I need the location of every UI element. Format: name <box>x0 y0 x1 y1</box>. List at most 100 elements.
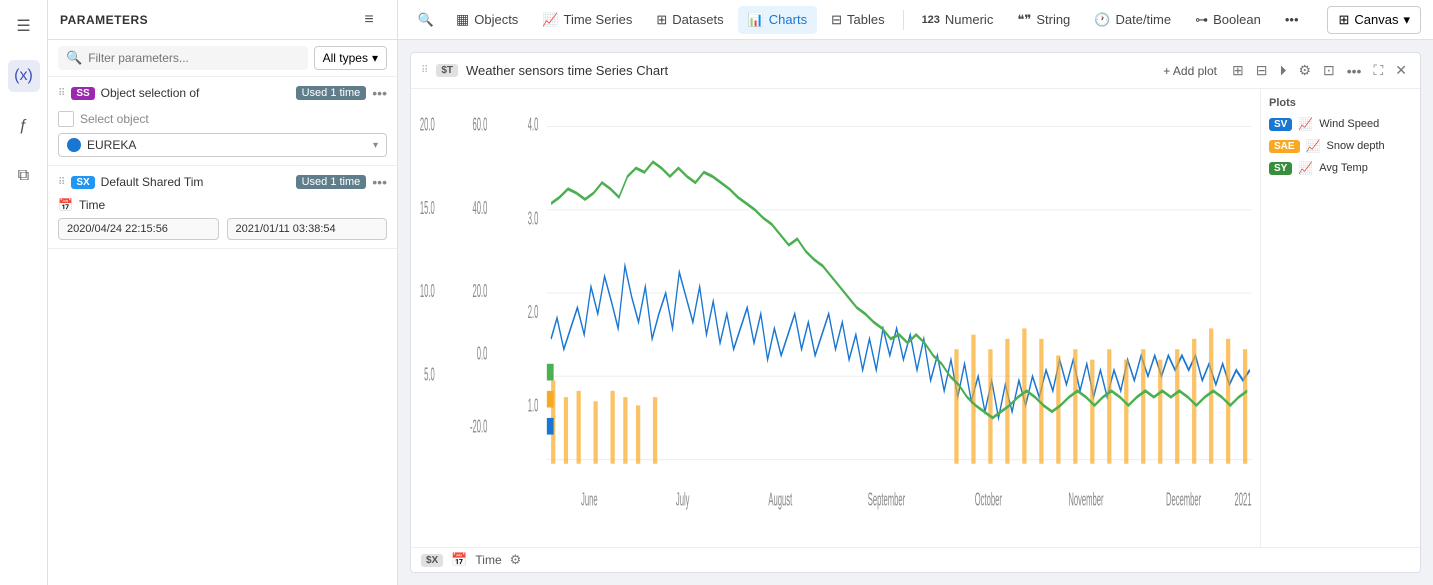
legend-snow-depth[interactable]: SAE 📈 Snow depth <box>1269 139 1412 153</box>
top-nav: 🔍 ▦ Objects 📈 Time Series ⊞ Datasets 📊 C… <box>398 0 1433 40</box>
params-search-row: 🔍 All types ▾ <box>48 40 397 77</box>
datetime-label: Date/time <box>1115 12 1171 27</box>
main-content: 🔍 ▦ Objects 📈 Time Series ⊞ Datasets 📊 C… <box>398 0 1433 585</box>
all-types-label: All types <box>323 51 368 65</box>
time-label: Time <box>79 198 105 212</box>
time-range <box>58 218 387 240</box>
chart-legend: Plots SV 📈 Wind Speed SAE 📈 Snow depth S… <box>1260 89 1420 547</box>
add-plot-button[interactable]: + Add plot <box>1157 62 1223 80</box>
nav-string[interactable]: ❝❞ String <box>1007 6 1080 34</box>
svg-text:August: August <box>768 490 792 511</box>
params-title: PARAMETERS <box>60 13 148 27</box>
canvas-button[interactable]: ⊞ Canvas ▾ <box>1327 6 1421 34</box>
nav-objects[interactable]: ▦ Objects <box>446 5 528 34</box>
object-param-name: Object selection of <box>101 86 290 100</box>
variables-icon[interactable]: (x) <box>8 60 40 92</box>
time-block: ⠿ SX Default Shared Tim Used 1 time ••• … <box>48 166 397 249</box>
search-box: 🔍 <box>58 46 308 70</box>
select-object-box-icon <box>58 111 74 127</box>
svg-text:20.0: 20.0 <box>420 115 435 136</box>
nav-more[interactable]: ••• <box>1275 6 1309 33</box>
footer-settings-icon[interactable]: ⚙ <box>510 552 522 568</box>
object-drag-handle[interactable]: ⠿ <box>58 88 65 99</box>
time-block-header: ⠿ SX Default Shared Tim Used 1 time ••• <box>58 174 387 190</box>
timeseries-icon: 📈 <box>542 12 558 28</box>
datasets-label: Datasets <box>672 12 723 27</box>
layout-icon[interactable]: ⊡ <box>1320 59 1338 82</box>
object-selector-text: EUREKA <box>87 138 367 152</box>
nav-charts[interactable]: 📊 Charts <box>738 6 817 34</box>
svg-text:1.0: 1.0 <box>528 396 539 417</box>
collapse-icon[interactable]: ⊟ <box>1253 59 1271 82</box>
nav-numeric[interactable]: 123 Numeric <box>912 6 1004 33</box>
object-used-badge: Used 1 time <box>296 86 367 100</box>
time-more-button[interactable]: ••• <box>372 174 387 190</box>
boolean-icon: ⊶ <box>1195 12 1208 28</box>
svg-text:15.0: 15.0 <box>420 198 435 219</box>
svg-text:July: July <box>676 490 690 511</box>
datetime-icon: 🕐 <box>1094 12 1110 28</box>
svg-text:October: October <box>975 490 1002 511</box>
legend-wind-speed[interactable]: SV 📈 Wind Speed <box>1269 117 1412 131</box>
end-time-input[interactable] <box>227 218 388 240</box>
numeric-icon: 123 <box>922 14 940 26</box>
nav-separator-1 <box>903 10 904 30</box>
svg-text:December: December <box>1166 490 1201 511</box>
function-icon[interactable]: ƒ <box>8 110 40 142</box>
sy-legend-badge: SY <box>1269 162 1292 175</box>
collapse-icon[interactable]: ≡ <box>353 4 385 36</box>
nav-timeseries[interactable]: 📈 Time Series <box>532 6 642 34</box>
svg-text:0.0: 0.0 <box>477 344 488 365</box>
ellipsis-icon[interactable]: ••• <box>1344 60 1365 82</box>
svg-text:4.0: 4.0 <box>528 115 539 136</box>
settings-icon[interactable]: ⚙ <box>1295 59 1314 82</box>
nav-tables[interactable]: ⊟ Tables <box>821 6 894 34</box>
more-icon: ••• <box>1285 12 1299 27</box>
numeric-label: Numeric <box>945 12 993 27</box>
time-drag-handle[interactable]: ⠿ <box>58 177 65 188</box>
svg-text:3.0: 3.0 <box>528 209 539 230</box>
params-panel: PARAMETERS ≡ 🔍 All types ▾ ⠿ SS Object s… <box>48 0 398 585</box>
nav-datasets[interactable]: ⊞ Datasets <box>646 6 733 34</box>
svg-text:60.0: 60.0 <box>473 115 488 136</box>
svg-text:10.0: 10.0 <box>420 281 435 302</box>
svg-text:November: November <box>1068 490 1103 511</box>
layers-icon[interactable]: ⧉ <box>8 160 40 192</box>
charts-label: Charts <box>769 12 807 27</box>
select-object-row: Select object <box>58 107 387 133</box>
footer-calendar-icon: 📅 <box>451 552 467 568</box>
object-selector-dropdown[interactable]: EUREKA ▾ <box>58 133 387 157</box>
add-plot-label: + Add plot <box>1163 64 1217 78</box>
canvas-grid-icon: ⊞ <box>1338 12 1349 28</box>
legend-title: Plots <box>1269 97 1412 109</box>
object-dropdown-arrow: ▾ <box>373 140 378 151</box>
sv-legend-badge: SV <box>1269 118 1292 131</box>
avg-temp-line-icon: 📈 <box>1298 161 1313 175</box>
canvas-label: Canvas <box>1354 12 1398 27</box>
svg-text:June: June <box>581 490 598 511</box>
nav-search-button[interactable]: 🔍 <box>410 4 442 36</box>
params-header: PARAMETERS ≡ <box>48 0 397 40</box>
expand-icon[interactable]: ⊞ <box>1229 59 1247 82</box>
string-icon: ❝❞ <box>1017 12 1031 28</box>
avg-temp-label: Avg Temp <box>1319 162 1368 174</box>
menu-icon[interactable]: ☰ <box>8 10 40 42</box>
chart-drag-handle[interactable]: ⠿ <box>421 65 428 76</box>
chart-footer: $X 📅 Time ⚙ <box>411 547 1420 572</box>
close-icon[interactable]: ✕ <box>1392 59 1410 82</box>
chart-title: Weather sensors time Series Chart <box>466 63 1149 78</box>
svg-text:20.0: 20.0 <box>473 281 488 302</box>
tables-icon: ⊟ <box>831 12 842 28</box>
select-object-label: Select object <box>80 112 149 126</box>
search-input[interactable] <box>88 51 299 65</box>
objects-label: Objects <box>474 12 518 27</box>
play-icon[interactable]: ⏵ <box>1276 59 1289 82</box>
nav-boolean[interactable]: ⊶ Boolean <box>1185 6 1271 34</box>
nav-datetime[interactable]: 🕐 Date/time <box>1084 6 1181 34</box>
all-types-button[interactable]: All types ▾ <box>314 46 387 70</box>
legend-avg-temp[interactable]: SY 📈 Avg Temp <box>1269 161 1412 175</box>
fullscreen-icon[interactable]: ⛶ <box>1370 59 1386 82</box>
sidebar: ☰ (x) ƒ ⧉ <box>0 0 48 585</box>
object-more-button[interactable]: ••• <box>372 85 387 101</box>
start-time-input[interactable] <box>58 218 219 240</box>
